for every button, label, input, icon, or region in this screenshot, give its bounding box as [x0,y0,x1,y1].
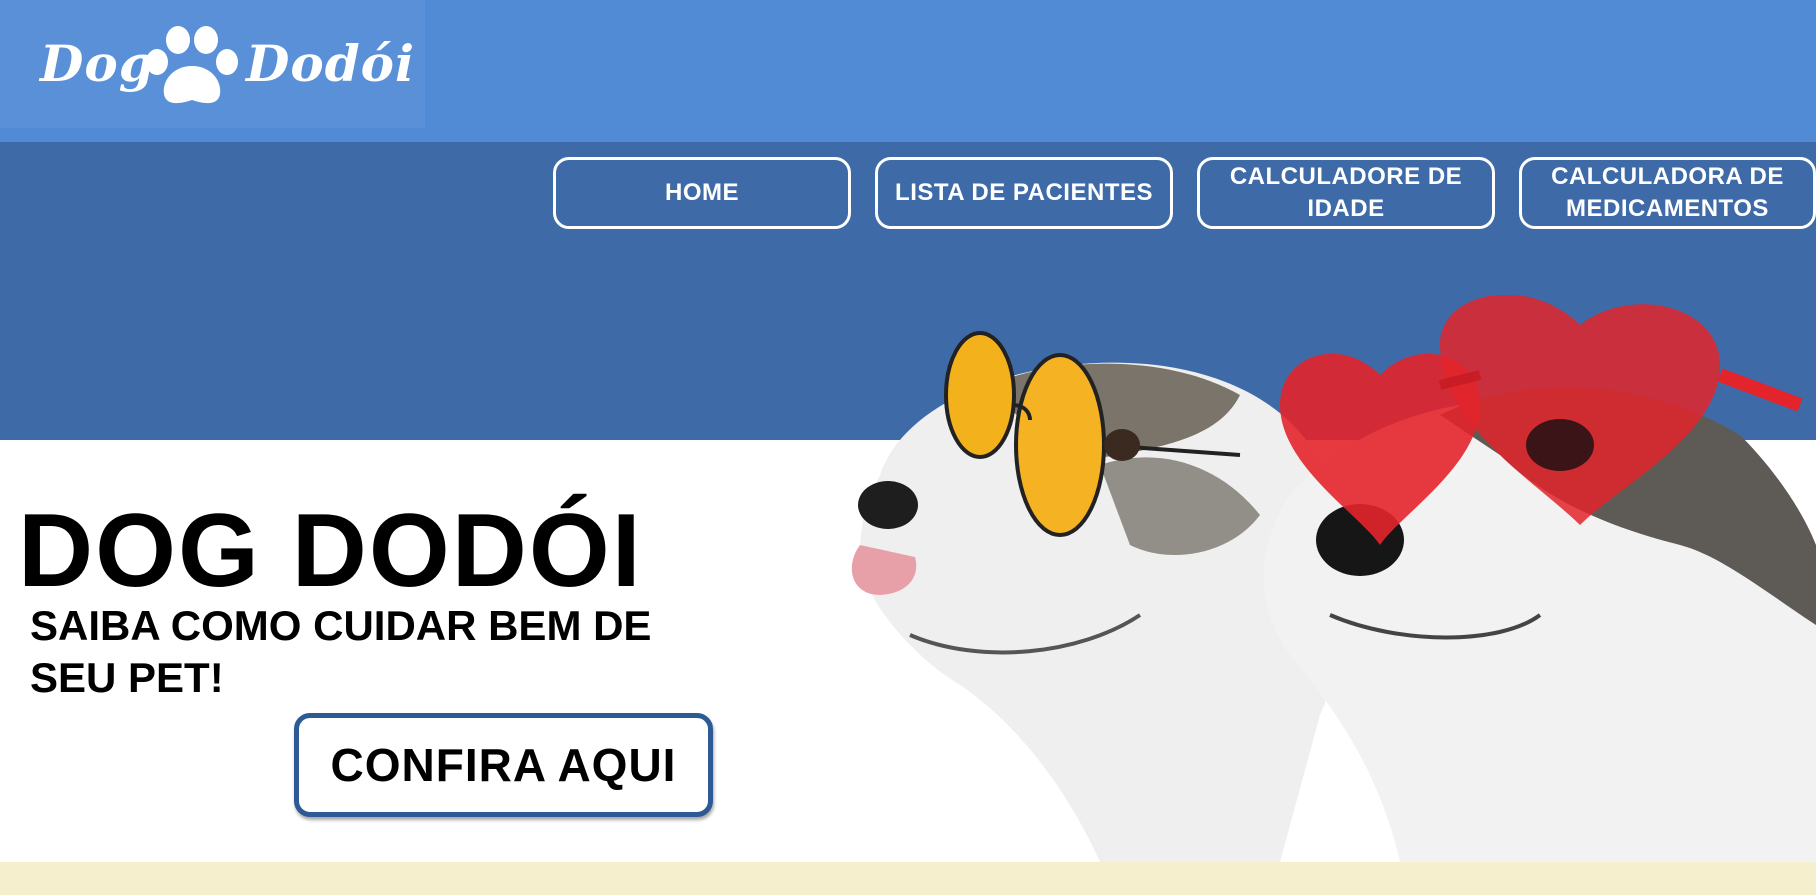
cta-label: CONFIRA AQUI [330,739,677,791]
hero-dogs-image [851,295,1816,862]
nav-age-calculator-label-line1: CALCULADORE DE [1229,163,1463,190]
right-dog-illustration [1263,295,1816,862]
nav-medication-calculator-label-line2: MEDICAMENTOS [1566,195,1769,222]
nav-medication-calculator-button[interactable]: CALCULADORA DE MEDICAMENTOS [1519,157,1816,229]
logo-text-right: Dodói [246,34,416,93]
nav-home-label: HOME [665,179,739,206]
hero-subtitle: SAIBA COMO CUIDAR BEM DE SEU PET! [30,602,652,701]
top-bar: Dog Dodói [0,0,1816,142]
confira-aqui-button[interactable]: CONFIRA AQUI [294,713,713,817]
nav-patient-list-label: LISTA DE PACIENTES [895,179,1153,206]
nav-medication-calculator-label-line1: CALCULADORA DE [1551,163,1784,190]
logo-text-left: Dog [40,34,155,93]
nav-patient-list-button[interactable]: LISTA DE PACIENTES [875,157,1173,229]
logo[interactable]: Dog Dodói [0,0,425,128]
paw-icon [146,26,238,104]
nav-age-calculator-label-line2: IDADE [1307,195,1385,222]
nav-home-button[interactable]: HOME [553,157,851,229]
nav-age-calculator-button[interactable]: CALCULADORE DE IDADE [1197,157,1495,229]
footer-strip [0,862,1816,895]
hero-title: DOG DODÓI [18,493,643,609]
